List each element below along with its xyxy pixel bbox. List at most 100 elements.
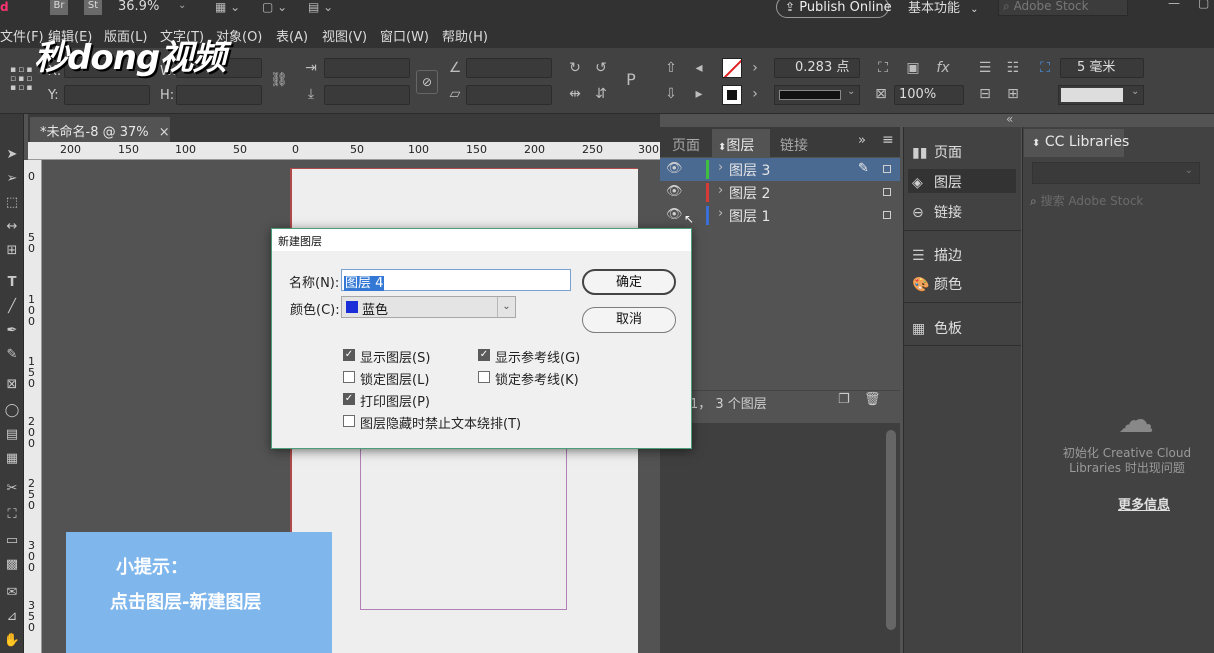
chevron-right-icon[interactable]: › <box>718 183 723 198</box>
show-layer-checkbox[interactable]: ✓ <box>343 349 355 361</box>
eyedropper-tool-icon[interactable]: ⊿ <box>3 608 21 626</box>
layer-name-input[interactable]: 图层 4 <box>341 269 571 291</box>
eye-icon[interactable]: 👁 <box>666 207 683 222</box>
panel-menu-icon[interactable]: ≡ <box>882 132 894 148</box>
target-square-icon[interactable] <box>883 188 891 196</box>
menu-window[interactable]: 窗口(W) <box>380 26 429 45</box>
tab-pages[interactable]: 页面 <box>672 135 700 155</box>
rotate-field[interactable] <box>466 58 552 78</box>
tab-layers[interactable]: ⬍图层 <box>718 135 754 155</box>
side-panel-stroke[interactable]: ☰ 描边 <box>912 245 962 269</box>
free-transform-tool-icon[interactable]: ⛶ <box>3 506 21 524</box>
select-content-icon[interactable]: ⇩ <box>662 86 680 102</box>
stock-logo[interactable]: St <box>84 0 102 15</box>
vertical-ruler[interactable]: 0 5 0 1 0 0 1 5 0 2 0 0 2 5 0 3 0 0 3 5 … <box>24 160 42 653</box>
layer-row[interactable]: 👁 › 图层 2 <box>660 181 900 204</box>
menu-view[interactable]: 视图(V) <box>322 26 367 45</box>
align-top-icon[interactable]: ⊟ <box>976 86 994 102</box>
more-info-link[interactable]: 更多信息 <box>1118 494 1170 513</box>
chevron-right-icon[interactable]: › <box>718 206 723 221</box>
gradient-tool-icon[interactable]: ▭ <box>3 532 21 550</box>
scale-y-field[interactable] <box>324 85 410 105</box>
constrain-proportions-icon[interactable]: ⛓ <box>270 72 288 88</box>
select-container-icon[interactable]: ⇧ <box>662 60 680 76</box>
stroke-weight-field[interactable]: 0.283 点 <box>774 58 860 78</box>
shear-field[interactable] <box>466 85 552 105</box>
grid-tool-icon[interactable]: ▦ <box>3 450 21 468</box>
scale-x-field[interactable] <box>324 58 410 78</box>
eye-icon[interactable]: 👁 <box>666 184 683 199</box>
object-style-dropdown[interactable]: ⌄ <box>1058 85 1144 105</box>
stroke-swatch[interactable] <box>722 85 742 105</box>
side-panel-pages[interactable]: ▮▮ 页面 <box>912 142 962 166</box>
minimize-icon[interactable]: — <box>1168 0 1180 10</box>
select-previous-icon[interactable]: ◂ <box>690 60 708 76</box>
layer-row[interactable]: 👁 › 图层 3 ✎ <box>660 158 900 181</box>
stroke-style-dropdown[interactable]: ⌄ <box>774 85 860 105</box>
rectangle-frame-tool-icon[interactable]: ⊠ <box>3 376 21 394</box>
y-field[interactable] <box>64 85 150 105</box>
hand-tool-icon[interactable]: ✋ <box>3 632 21 650</box>
library-dropdown[interactable]: ⌄ <box>1032 162 1200 184</box>
rotate-ccw-icon[interactable]: ↺ <box>592 60 610 76</box>
pen-tool-icon[interactable]: ✒ <box>3 322 21 340</box>
cc-libraries-tab[interactable]: ⬍ CC Libraries <box>1032 134 1129 150</box>
rotate-cw-icon[interactable]: ↻ <box>566 60 584 76</box>
close-icon[interactable]: × <box>159 125 170 140</box>
print-layer-checkbox[interactable]: ✓ <box>343 393 355 405</box>
gap-tool-icon[interactable]: ↔ <box>3 218 21 236</box>
suppress-text-wrap-checkbox[interactable] <box>343 415 355 427</box>
zoom-level[interactable]: 36.9% <box>118 0 159 14</box>
align-center-icon[interactable]: ⊞ <box>1004 86 1022 102</box>
direct-selection-tool-icon[interactable]: ➢ <box>3 170 21 188</box>
indesign-logo[interactable]: d <box>0 0 20 14</box>
drop-shadow-icon[interactable]: ▣ <box>904 60 922 76</box>
ok-button[interactable]: 确定 <box>582 269 676 295</box>
paragraph-p-icon[interactable]: P <box>622 72 640 88</box>
lock-layer-checkbox[interactable] <box>343 371 355 383</box>
workspace-switcher[interactable]: 基本功能 ⌄ <box>908 0 979 16</box>
type-tool-icon[interactable]: T <box>3 274 21 292</box>
wrap-around-icon[interactable]: ☷ <box>1004 60 1022 76</box>
document-tab[interactable]: *未命名-8 @ 37% × <box>30 117 170 142</box>
fill-swatch[interactable] <box>722 58 742 78</box>
chevron-right-icon[interactable]: › <box>718 160 723 175</box>
eye-icon[interactable]: 👁 <box>666 161 683 176</box>
dialog-titlebar[interactable] <box>272 229 691 251</box>
scale-y-icon[interactable]: ⤓ <box>302 86 320 102</box>
flip-horizontal-icon[interactable]: ⇹ <box>566 86 584 102</box>
page-tool-icon[interactable]: ⬚ <box>3 194 21 212</box>
screen-mode-icon[interactable]: ▢ ⌄ <box>262 0 287 14</box>
collapse-dock-icon[interactable]: « <box>1006 112 1013 126</box>
h-field[interactable] <box>176 85 262 105</box>
side-panel-color[interactable]: 🎨 颜色 <box>912 274 962 298</box>
link-icon[interactable]: ⊘ <box>416 70 438 94</box>
show-guides-checkbox[interactable]: ✓ <box>478 349 490 361</box>
stock-search-field[interactable]: ⌕ Adobe Stock <box>998 0 1128 16</box>
bridge-logo[interactable]: Br <box>50 0 68 15</box>
side-panel-links[interactable]: ⊖ 链接 <box>912 202 962 226</box>
publish-online-button[interactable]: ⇪ Publish Online <box>776 0 892 18</box>
menu-help[interactable]: 帮助(H) <box>442 26 488 45</box>
panel-scrollbar[interactable] <box>886 430 896 630</box>
gradient-feather-tool-icon[interactable]: ▩ <box>3 556 21 574</box>
content-collector-icon[interactable]: ⊞ <box>3 242 21 260</box>
view-options-icon[interactable]: ▦ ⌄ <box>215 0 240 14</box>
side-panel-layers[interactable]: ◈ 图层 <box>912 172 962 196</box>
spacing-field[interactable]: 5 毫米 <box>1060 58 1144 78</box>
ellipse-tool-icon[interactable]: ◯ <box>3 402 21 420</box>
side-panel-swatches[interactable]: ▦ 色板 <box>912 318 962 342</box>
scale-x-icon[interactable]: ⇥ <box>302 60 320 76</box>
opacity-field[interactable]: 100% <box>894 85 964 105</box>
rotate-angle-icon[interactable]: ∠ <box>446 60 464 76</box>
zoom-dropdown-icon[interactable]: ⌄ <box>178 0 186 11</box>
arrange-documents-icon[interactable]: ▤ ⌄ <box>308 0 333 14</box>
cc-search-field[interactable]: ⌕ 搜索 Adobe Stock <box>1030 192 1208 214</box>
horizontal-ruler[interactable]: 200 150 100 50 0 50 100 150 200 250 300 <box>28 142 660 160</box>
cancel-button[interactable]: 取消 <box>582 307 676 333</box>
target-square-icon[interactable] <box>883 211 891 219</box>
scissors-tool-icon[interactable]: ✂ <box>3 480 21 498</box>
table-tool-icon[interactable]: ▤ <box>3 426 21 444</box>
line-tool-icon[interactable]: ╱ <box>3 298 21 316</box>
layer-row[interactable]: 👁 › 图层 1 <box>660 204 900 227</box>
